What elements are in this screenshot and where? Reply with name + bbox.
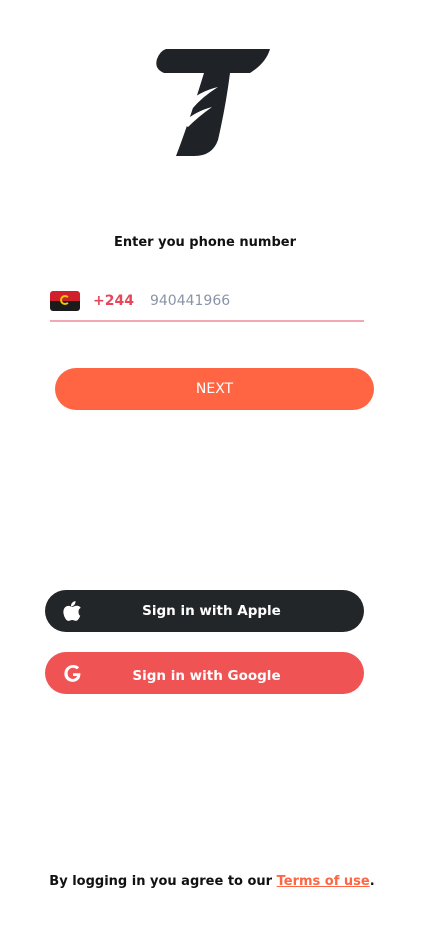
phone-number-input[interactable] [149,293,320,309]
phone-input-row: +244 [50,288,364,322]
sign-in-apple-button[interactable]: Sign in with Apple [45,590,364,632]
google-icon [62,662,82,684]
terms-footer: By logging in you agree to our Terms of … [0,874,424,889]
angola-flag-icon[interactable] [50,291,80,311]
apple-icon [62,600,82,622]
app-logo [152,45,274,160]
google-button-label: Sign in with Google [132,667,281,684]
t-logo-icon [156,49,270,157]
terms-suffix: . [369,874,375,889]
terms-prefix: By logging in you agree to our [49,874,277,889]
next-button[interactable]: NEXT [55,368,374,410]
sign-in-google-button[interactable]: Sign in with Google [45,652,364,694]
terms-of-use-link[interactable]: Terms of use [277,874,370,889]
apple-button-label: Sign in with Apple [142,603,281,619]
country-code[interactable]: +244 [93,293,134,309]
phone-prompt-label: Enter you phone number [114,235,296,250]
